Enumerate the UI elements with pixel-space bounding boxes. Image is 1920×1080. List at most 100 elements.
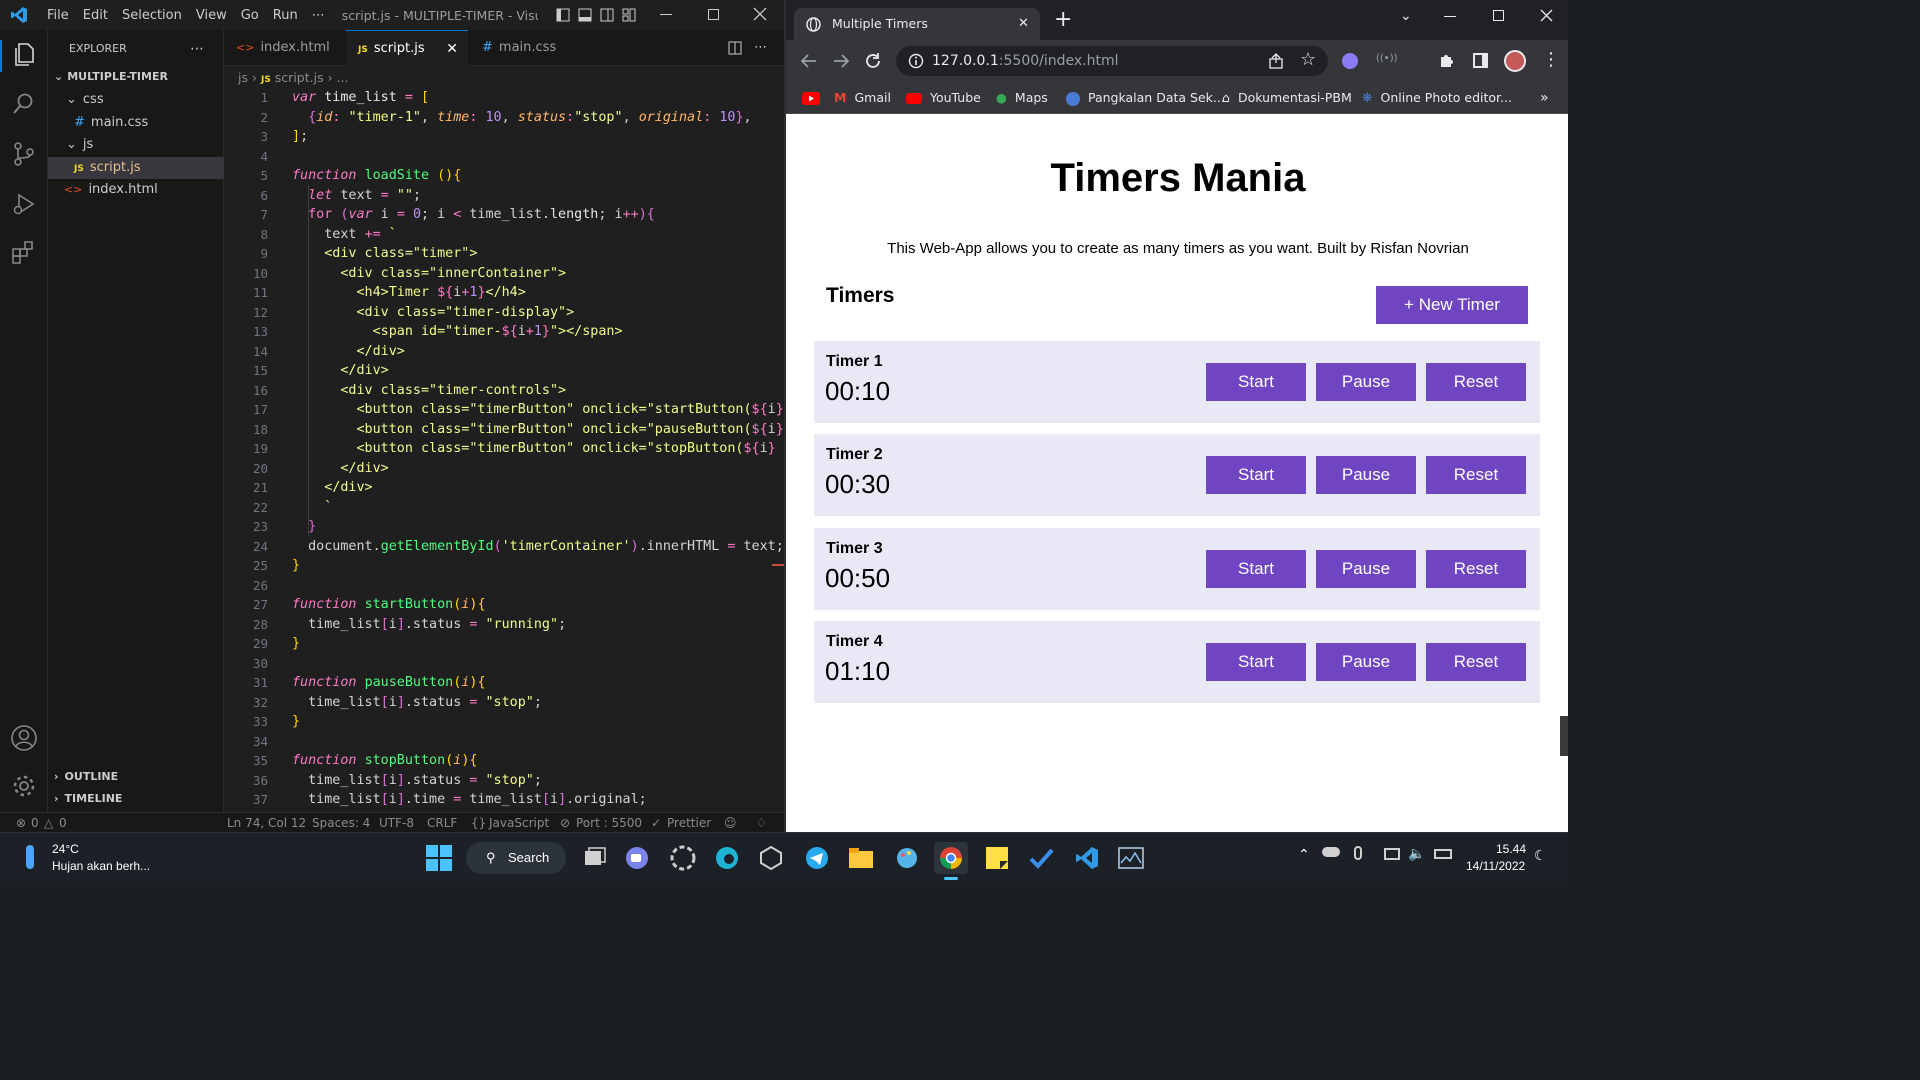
- live-server-port[interactable]: Port : 5500: [576, 813, 642, 832]
- onedrive-cloud-icon[interactable]: [1322, 847, 1340, 857]
- new-tab-icon[interactable]: +: [1054, 9, 1072, 31]
- windows-start-icon[interactable]: [422, 842, 456, 874]
- code-editor[interactable]: 1 2 3 4 5 6 7 8 9 10 11 12 13 14 15 16 17 18 19 20 21 22 23 24 2…: [224, 88, 784, 812]
- todo-icon[interactable]: [1024, 842, 1058, 874]
- source-control-icon[interactable]: [10, 140, 38, 168]
- notifications-bell-icon[interactable]: ♢: [756, 813, 767, 832]
- extensions-icon[interactable]: [10, 238, 38, 266]
- side-panel-icon[interactable]: [1473, 53, 1488, 68]
- start-button[interactable]: Start: [1206, 456, 1306, 494]
- cast-icon[interactable]: ((•)): [1376, 53, 1398, 64]
- minimize-icon[interactable]: [1444, 16, 1456, 17]
- taskbar-search[interactable]: ⚲ Search: [466, 842, 566, 874]
- language-mode[interactable]: JavaScript: [489, 813, 549, 832]
- file-index-html[interactable]: <> index.html: [48, 179, 224, 201]
- new-timer-button[interactable]: + New Timer: [1376, 286, 1528, 324]
- clock-date[interactable]: 14/11/2022: [1466, 859, 1525, 873]
- file-main-css[interactable]: # main.css: [48, 112, 224, 134]
- outline-section[interactable]: › OUTLINE: [48, 766, 224, 788]
- line-ending[interactable]: CRLF: [427, 813, 457, 832]
- reset-button[interactable]: Reset: [1426, 363, 1526, 401]
- breadcrumb-js[interactable]: js: [238, 70, 248, 85]
- menu-selection[interactable]: Selection: [115, 8, 189, 23]
- warnings-count[interactable]: 0: [59, 813, 67, 832]
- more-bookmarks-icon[interactable]: »: [1540, 88, 1549, 108]
- address-bar[interactable]: 127.0.0.1:5500/index.html ☆: [896, 46, 1328, 76]
- tab-index-html[interactable]: <> index.html: [224, 30, 344, 66]
- bookmark-photo-editor[interactable]: ❋ Online Photo editor...: [1362, 88, 1512, 108]
- avatar[interactable]: [1504, 50, 1526, 72]
- share-icon[interactable]: [1268, 53, 1284, 69]
- errors-count[interactable]: 0: [31, 813, 39, 832]
- layout-secondary-icon[interactable]: [600, 8, 614, 22]
- explorer-icon[interactable]: [10, 40, 38, 68]
- url-text[interactable]: 127.0.0.1:5500/index.html: [932, 46, 1119, 76]
- monitor-app-icon[interactable]: [1114, 842, 1148, 874]
- maximize-icon[interactable]: [1493, 10, 1504, 21]
- folder-js[interactable]: ⌄ js: [48, 134, 224, 156]
- breadcrumb-more[interactable]: ...: [337, 70, 349, 85]
- bookmark-star-icon[interactable]: ☆: [1300, 49, 1316, 70]
- extension-profile-icon[interactable]: [1342, 53, 1358, 69]
- site-info-icon[interactable]: [908, 53, 924, 69]
- warnings-icon[interactable]: △: [44, 813, 53, 832]
- close-icon[interactable]: [753, 7, 767, 21]
- reload-icon[interactable]: [864, 52, 882, 70]
- microphone-icon[interactable]: [1354, 846, 1362, 860]
- menu-edit[interactable]: Edit: [76, 8, 115, 23]
- paint-icon[interactable]: [890, 842, 924, 874]
- weather-desc[interactable]: Hujan akan berh...: [52, 859, 150, 873]
- layout-sidebar-icon[interactable]: [556, 8, 570, 22]
- tab-close-icon[interactable]: ✕: [446, 31, 458, 67]
- edge-icon[interactable]: [710, 842, 744, 874]
- customize-layout-icon[interactable]: [622, 8, 636, 22]
- youtube-icon[interactable]: [802, 88, 820, 108]
- tab-close-icon[interactable]: ✕: [1018, 8, 1029, 40]
- tab-search-chevron-icon[interactable]: ⌄: [1400, 8, 1412, 24]
- scrollbar-thumb[interactable]: [1560, 716, 1568, 756]
- teams-chat-icon[interactable]: [620, 842, 654, 874]
- bookmark-gmail[interactable]: M Gmail: [834, 88, 891, 108]
- layout-panel-icon[interactable]: [578, 8, 592, 22]
- battery-icon[interactable]: [1434, 849, 1452, 859]
- encoding[interactable]: UTF-8: [379, 813, 414, 832]
- breadcrumb-script-js[interactable]: script.js: [275, 70, 324, 85]
- pause-button[interactable]: Pause: [1316, 643, 1416, 681]
- menu-go[interactable]: Go: [234, 8, 266, 23]
- pause-button[interactable]: Pause: [1316, 363, 1416, 401]
- run-debug-icon[interactable]: [10, 190, 38, 218]
- close-icon[interactable]: [1540, 9, 1553, 22]
- reset-button[interactable]: Reset: [1426, 456, 1526, 494]
- settings-gear-icon[interactable]: [10, 772, 38, 800]
- telegram-icon[interactable]: [800, 842, 834, 874]
- chrome-taskbar-icon[interactable]: [934, 842, 968, 874]
- errors-icon[interactable]: ⊗: [16, 813, 26, 832]
- folder-css[interactable]: ⌄ css: [48, 89, 224, 111]
- start-button[interactable]: Start: [1206, 643, 1306, 681]
- bookmark-dokumentasi-pbm[interactable]: ⌂ Dokumentasi-PBM: [1222, 88, 1352, 108]
- timeline-section[interactable]: › TIMELINE: [48, 788, 224, 810]
- bookmark-youtube[interactable]: YouTube: [906, 88, 981, 108]
- file-script-js[interactable]: JS script.js: [48, 157, 224, 179]
- tab-main-css[interactable]: # main.css: [470, 30, 580, 66]
- bookmark-maps[interactable]: ● Maps: [996, 88, 1048, 108]
- vscode-logo-icon[interactable]: [10, 6, 28, 24]
- explorer-more-icon[interactable]: ⋯: [190, 38, 204, 60]
- reset-button[interactable]: Reset: [1426, 550, 1526, 588]
- clock-time[interactable]: 15.44: [1496, 842, 1526, 856]
- extensions-puzzle-icon[interactable]: [1438, 52, 1455, 69]
- weather-temp[interactable]: 24°C: [52, 842, 79, 856]
- search-icon[interactable]: [10, 90, 38, 118]
- cursor-position[interactable]: Ln 74, Col 12: [227, 813, 306, 832]
- pause-button[interactable]: Pause: [1316, 550, 1416, 588]
- accounts-icon[interactable]: [10, 724, 38, 752]
- app-icon[interactable]: [666, 842, 700, 874]
- prettier-status[interactable]: Prettier: [667, 813, 711, 832]
- start-button[interactable]: Start: [1206, 363, 1306, 401]
- unity-icon[interactable]: [754, 842, 788, 874]
- notification-moon-icon[interactable]: ☾: [1534, 848, 1547, 864]
- chrome-menu-icon[interactable]: ⋮: [1542, 49, 1560, 71]
- pause-button[interactable]: Pause: [1316, 456, 1416, 494]
- start-button[interactable]: Start: [1206, 550, 1306, 588]
- vscode-taskbar-icon[interactable]: [1070, 842, 1104, 874]
